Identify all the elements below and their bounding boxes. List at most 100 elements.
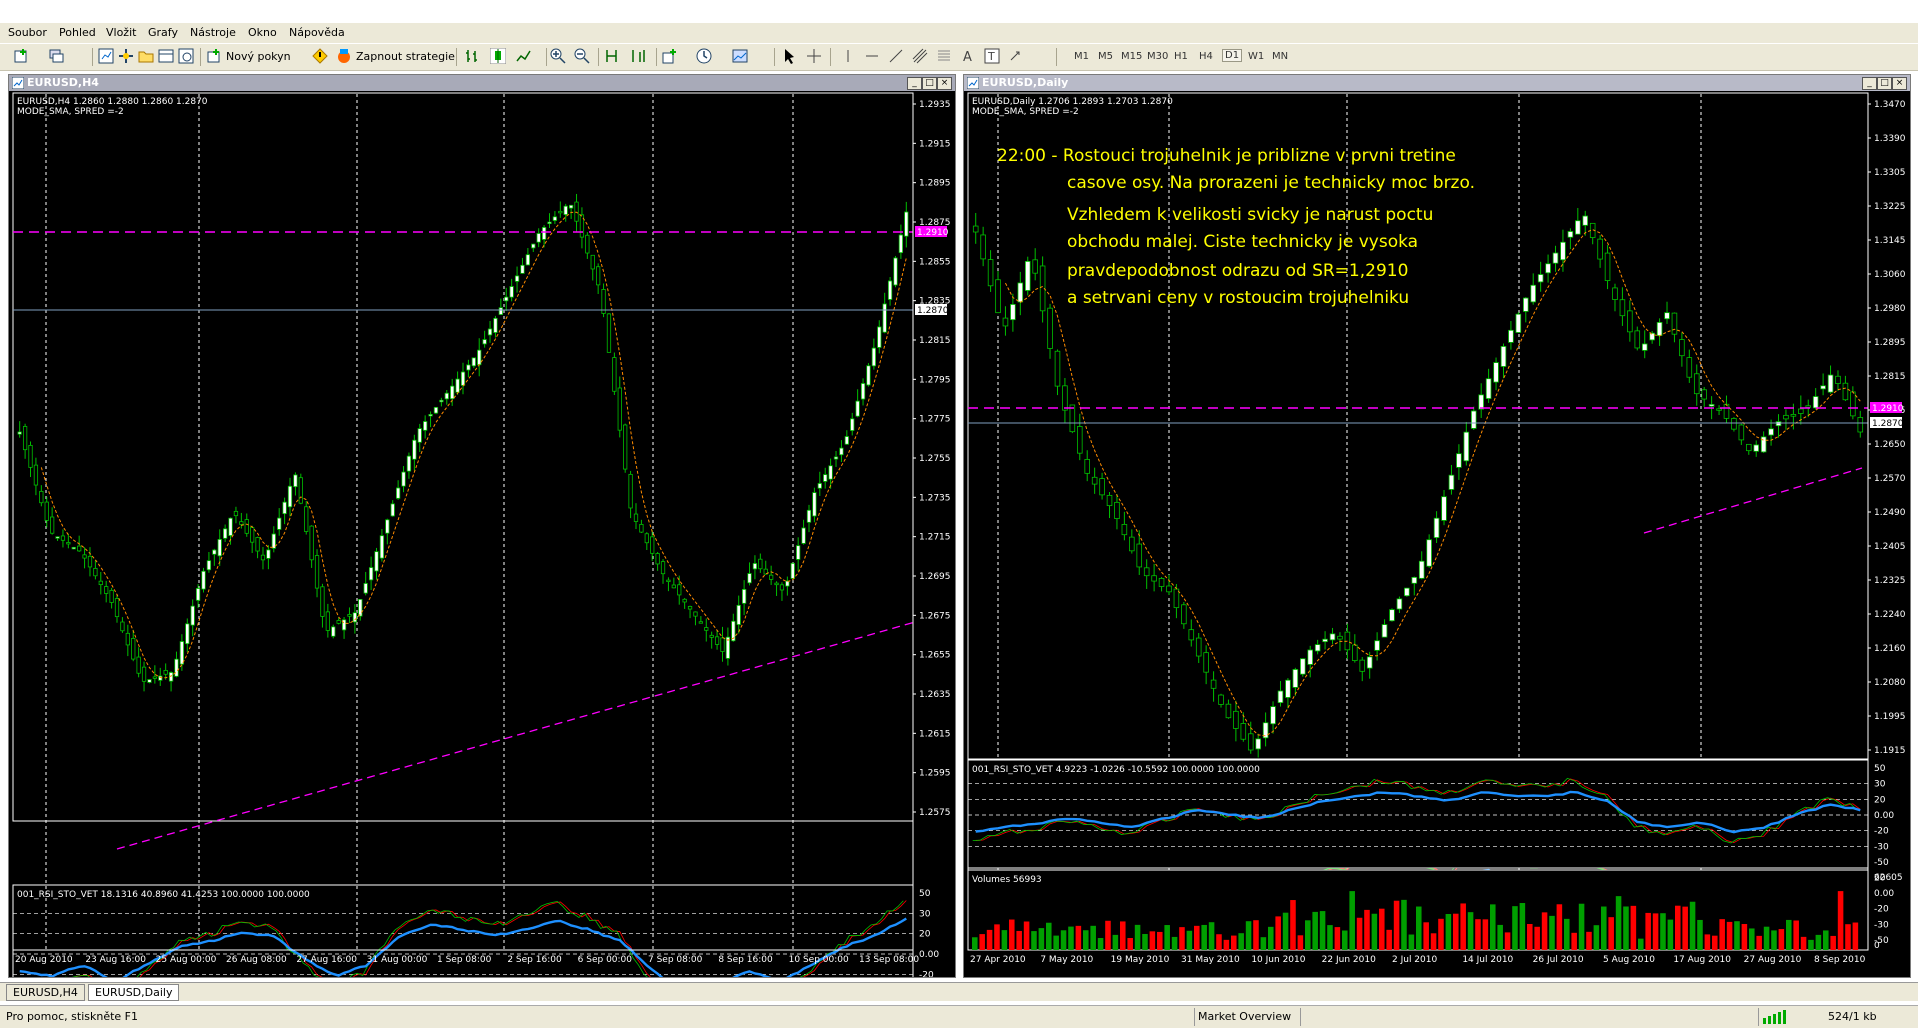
chart-window-h4-titlebar[interactable]: EURUSD,H4 _ □ ×: [9, 75, 955, 91]
candle-body: [612, 357, 617, 392]
candle-body: [1203, 652, 1209, 673]
candle-body: [250, 527, 255, 543]
new-order-icon[interactable]: [206, 48, 222, 64]
candle-body: [1604, 252, 1611, 281]
tf-d1[interactable]: D1: [1222, 49, 1243, 62]
candle-body: [1106, 494, 1113, 507]
arrows-icon[interactable]: [1008, 48, 1024, 64]
candle-body: [1352, 644, 1358, 661]
folder-icon[interactable]: [138, 48, 154, 64]
menu-napoveda[interactable]: Nápověda: [289, 26, 345, 39]
volume-bar: [1519, 903, 1526, 950]
tab-eurusd-h4[interactable]: EURUSD,H4: [6, 984, 85, 1001]
oscillator-axis-label: -20: [1874, 827, 1889, 837]
candle-body: [1418, 560, 1425, 579]
trendline-icon[interactable]: [888, 48, 904, 64]
terminal-icon[interactable]: [158, 48, 174, 64]
vertical-line-icon[interactable]: [840, 48, 856, 64]
volume-bar: [1393, 900, 1400, 950]
zoom-out-icon[interactable]: [574, 48, 590, 64]
tf-m1[interactable]: M1: [1074, 51, 1089, 62]
chart-daily-canvas[interactable]: 1.3470 1.3390 1.3305 1.3225 1.3145 1.3060 1.29…: [964, 92, 1910, 977]
candle-body: [1091, 476, 1098, 485]
candle-body: [893, 257, 898, 286]
oscillator-axis-label: 0.00: [919, 950, 939, 960]
tf-w1[interactable]: W1: [1248, 51, 1264, 62]
volume-bar: [1638, 938, 1644, 950]
periods-icon[interactable]: [696, 48, 712, 64]
candle-body: [1426, 539, 1432, 567]
candle-body: [677, 584, 682, 596]
menu-okno[interactable]: Okno: [248, 26, 277, 39]
menu-nastroje[interactable]: Nástroje: [190, 26, 236, 39]
minimize-button[interactable]: _: [1862, 77, 1877, 90]
menu-grafy[interactable]: Grafy: [148, 26, 178, 39]
menu-pohled[interactable]: Pohled: [59, 26, 96, 39]
tester-icon[interactable]: [178, 48, 194, 64]
candle-body: [1567, 231, 1574, 238]
expert-advisors-icon[interactable]: [336, 48, 352, 64]
candle-body: [1812, 396, 1819, 409]
chart-window-icon: [967, 77, 979, 89]
tf-m15[interactable]: M15: [1121, 51, 1142, 62]
time-axis-label: 19 May 2010: [1111, 955, 1170, 965]
market-watch-icon[interactable]: [98, 48, 114, 64]
autoscroll-icon[interactable]: [604, 48, 620, 64]
menu-bar: Soubor Pohled Vložit Grafy Nástroje Okno…: [0, 23, 1918, 43]
new-order-button[interactable]: Nový pokyn: [226, 50, 291, 63]
volume-bar: [1001, 930, 1008, 950]
metaeditor-icon[interactable]: [312, 48, 328, 64]
candle-body: [1255, 738, 1261, 750]
tf-h1[interactable]: H1: [1174, 51, 1188, 62]
close-button[interactable]: ×: [1892, 77, 1907, 90]
tf-m5[interactable]: M5: [1098, 51, 1113, 62]
candle-body: [1292, 669, 1299, 688]
candle-body: [1307, 649, 1313, 665]
restore-button[interactable]: □: [1877, 77, 1892, 90]
volume-bar: [1312, 911, 1318, 950]
close-button[interactable]: ×: [937, 77, 952, 90]
cursor-icon[interactable]: [782, 48, 798, 64]
volume-bar: [1534, 926, 1540, 950]
candle-body: [1805, 405, 1812, 408]
time-axis-label: 14 Jul 2010: [1462, 955, 1513, 965]
menu-vlozit[interactable]: Vložit: [106, 26, 136, 39]
templates-icon[interactable]: [732, 48, 748, 64]
chart-window-daily: EURUSD,Daily _ □ × 1.3470 1.3390 1.3305 1.3…: [963, 74, 1911, 978]
restore-button[interactable]: □: [922, 77, 937, 90]
candle-body: [460, 371, 466, 386]
profiles-icon[interactable]: [48, 48, 64, 64]
new-chart-icon[interactable]: [14, 48, 30, 64]
tf-mn[interactable]: MN: [1272, 51, 1288, 62]
text-icon[interactable]: A: [960, 48, 976, 64]
chart-h4-canvas[interactable]: 1.29351.29151.28951.28751.28551.28351.28…: [9, 92, 955, 977]
volume-bar: [1046, 922, 1052, 950]
candlestick-icon[interactable]: [490, 48, 506, 64]
candle-body: [1478, 394, 1484, 410]
zoom-in-icon[interactable]: [550, 48, 566, 64]
label-icon[interactable]: T: [984, 48, 1000, 64]
candle-body: [320, 586, 325, 617]
crosshair-icon[interactable]: [806, 48, 822, 64]
menu-soubor[interactable]: Soubor: [8, 26, 47, 39]
line-chart-icon[interactable]: [516, 48, 532, 64]
navigator-icon[interactable]: [118, 48, 134, 64]
channel-icon[interactable]: [912, 48, 928, 64]
candle-body: [147, 679, 152, 683]
indicators-icon[interactable]: [662, 48, 678, 64]
tf-h4[interactable]: H4: [1199, 51, 1213, 62]
tf-m30[interactable]: M30: [1147, 51, 1168, 62]
strategies-button[interactable]: Zapnout strategie: [356, 50, 455, 63]
fibonacci-icon[interactable]: [936, 48, 952, 64]
volume-bar: [1800, 936, 1807, 950]
candle-body: [741, 589, 747, 604]
chart-window-daily-titlebar[interactable]: EURUSD,Daily _ □ ×: [964, 75, 1910, 91]
candle-body: [368, 567, 374, 581]
candle-body: [1693, 373, 1700, 395]
horizontal-line-icon[interactable]: [864, 48, 880, 64]
tab-eurusd-daily[interactable]: EURUSD,Daily: [88, 984, 180, 1001]
volume-bar: [1823, 930, 1829, 950]
chart-shift-icon[interactable]: [630, 48, 646, 64]
bar-chart-icon[interactable]: [464, 48, 480, 64]
minimize-button[interactable]: _: [907, 77, 922, 90]
